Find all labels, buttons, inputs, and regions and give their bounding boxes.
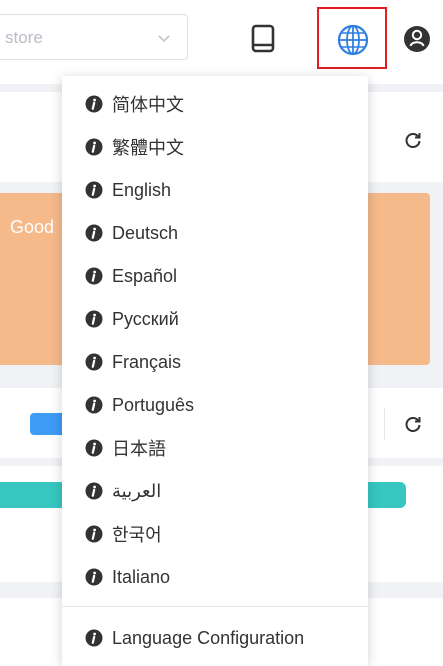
language-configuration-option[interactable]: Language Configuration (62, 618, 368, 658)
store-select-placeholder: store (5, 28, 43, 47)
language-option[interactable]: Português (62, 385, 368, 425)
language-configuration-label: Language Configuration (112, 627, 305, 648)
language-option-label: 日本語 (112, 439, 166, 459)
language-option[interactable]: 繁體中文 (62, 127, 368, 167)
language-option-label: Español (112, 265, 178, 286)
language-option-label: Italiano (112, 566, 171, 587)
language-option[interactable]: 简体中文 (62, 84, 368, 124)
info-circle-icon (85, 568, 103, 586)
language-option[interactable]: English (62, 170, 368, 210)
greeting-card-right (366, 193, 430, 365)
vertical-divider (384, 408, 385, 440)
language-option[interactable]: Русский (62, 299, 368, 339)
info-circle-icon (85, 181, 103, 199)
info-circle-icon (85, 310, 103, 328)
language-switch-button[interactable] (317, 7, 387, 69)
language-option-label: العربية (112, 480, 162, 501)
language-option[interactable]: 한국어 (62, 514, 368, 554)
refresh-icon[interactable] (404, 131, 422, 149)
language-option-label: 繁體中文 (112, 138, 184, 158)
chevron-down-icon (158, 35, 170, 43)
language-option-label: Português (112, 394, 195, 415)
language-option-label: Deutsch (112, 222, 179, 243)
user-icon[interactable] (402, 24, 432, 54)
info-circle-icon (85, 482, 103, 500)
store-select[interactable]: store (0, 14, 188, 60)
refresh-icon[interactable] (404, 415, 422, 433)
language-option[interactable]: 日本語 (62, 428, 368, 468)
language-option-label: 한국어 (112, 525, 162, 545)
language-option-label: Français (112, 351, 182, 372)
language-option-label: Русский (112, 308, 179, 329)
info-circle-icon (85, 525, 103, 543)
language-option-label: English (112, 179, 172, 200)
language-option-label: 简体中文 (112, 95, 184, 115)
info-circle-icon (85, 629, 103, 647)
info-circle-icon (85, 267, 103, 285)
info-circle-icon (85, 439, 103, 457)
language-option[interactable]: العربية (62, 471, 368, 511)
tablet-icon[interactable] (250, 24, 276, 54)
info-circle-icon (85, 95, 103, 113)
greeting-text: Good (10, 217, 55, 237)
globe-icon (337, 24, 369, 56)
language-option[interactable]: Deutsch (62, 213, 368, 253)
menu-divider (62, 606, 368, 607)
info-circle-icon (85, 138, 103, 156)
language-option[interactable]: Italiano (62, 557, 368, 597)
info-circle-icon (85, 353, 103, 371)
progress-bar-right (366, 482, 406, 508)
info-circle-icon (85, 396, 103, 414)
progress-bar-left (0, 482, 66, 508)
info-circle-icon (85, 224, 103, 242)
language-option[interactable]: Español (62, 256, 368, 296)
language-option[interactable]: Français (62, 342, 368, 382)
language-dropdown: 简体中文 繁體中文 English Deutsch Español Русски… (62, 76, 368, 666)
top-header: store (0, 0, 443, 84)
greeting-card-left: Good (0, 193, 66, 365)
